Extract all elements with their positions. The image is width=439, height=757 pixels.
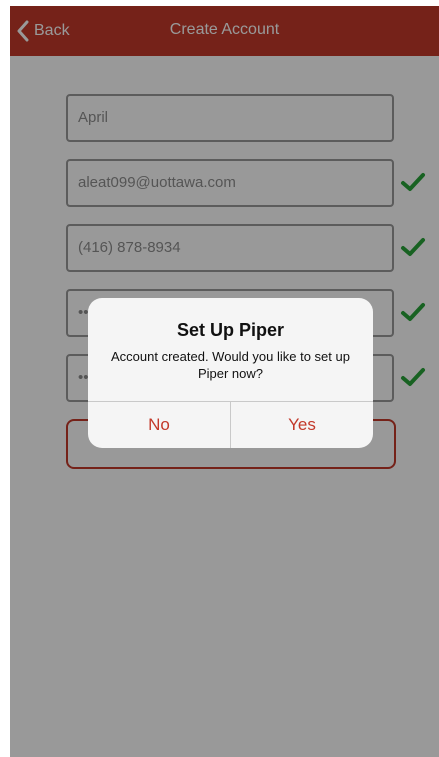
- app-screen: Back Create Account April aleat099@uotta…: [10, 6, 439, 757]
- alert-title: Set Up Piper: [176, 320, 285, 340]
- no-button[interactable]: No: [88, 402, 230, 448]
- alert-button-bar: No Yes: [88, 401, 373, 448]
- setup-alert-dialog: Set Up Piper Account created. Would you …: [88, 298, 373, 448]
- alert-message: Account created. Would you like to set u…: [111, 349, 350, 381]
- yes-button[interactable]: Yes: [230, 402, 373, 448]
